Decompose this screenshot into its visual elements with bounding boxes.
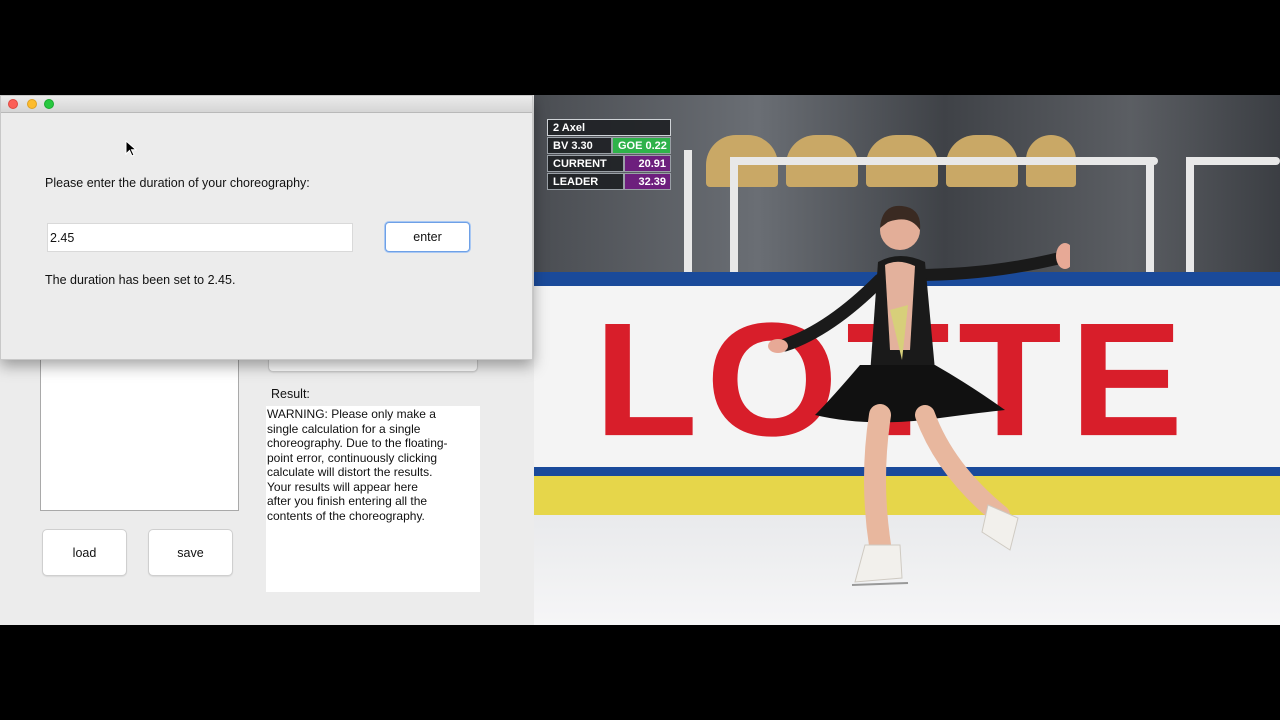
figure-skater-image (768, 205, 1070, 586)
result-line: choreography. Due to the floating- (267, 436, 448, 450)
result-line: single calculation for a single (267, 421, 421, 436)
result-text-area[interactable]: WARNING: Please only make a single calcu… (266, 406, 480, 592)
result-line: calculate will distort the results. (267, 465, 433, 479)
close-window-button[interactable] (8, 99, 18, 109)
current-label: CURRENT (547, 155, 624, 172)
duration-status: The duration has been set to 2.45. (45, 273, 236, 287)
result-label: Result: (271, 387, 310, 401)
result-line: WARNING: Please only make a (267, 407, 436, 421)
load-button[interactable]: load (42, 529, 127, 576)
choreography-list[interactable] (40, 355, 239, 511)
result-line: after you finish entering all the (267, 494, 428, 508)
goe-value: GOE 0.22 (612, 137, 671, 154)
current-score: 20.91 (624, 155, 671, 172)
mouse-cursor-icon (125, 140, 137, 157)
save-button[interactable]: save (148, 529, 233, 576)
score-overlay: 2 Axel BV 3.30 GOE 0.22 CURRENT 20.91 LE… (547, 119, 671, 191)
base-value: BV 3.30 (547, 137, 612, 154)
duration-input[interactable] (47, 223, 353, 252)
enter-button[interactable]: enter (385, 222, 470, 252)
arena-railing (684, 150, 692, 275)
result-line: Your results will appear here (267, 479, 418, 494)
arena-railing (1186, 157, 1280, 165)
arena-railing (1186, 157, 1194, 275)
arena-railing (730, 157, 1158, 165)
element-name: 2 Axel (547, 119, 671, 136)
video-player: LOTTE 2 Axel BV 3.30 GOE 0.22 (534, 95, 1280, 625)
title-bar[interactable] (1, 96, 532, 113)
leader-score: 32.39 (624, 173, 671, 190)
result-line: contents of the choreography. (267, 508, 425, 523)
arena-railing (1146, 157, 1154, 275)
duration-dialog: Please enter the duration of your choreo… (0, 95, 533, 360)
minimize-window-button[interactable] (27, 99, 37, 109)
duration-prompt: Please enter the duration of your choreo… (45, 176, 310, 190)
leader-label: LEADER (547, 173, 624, 190)
maximize-window-button[interactable] (44, 99, 54, 109)
result-line: point error, continuously clicking (267, 450, 438, 465)
